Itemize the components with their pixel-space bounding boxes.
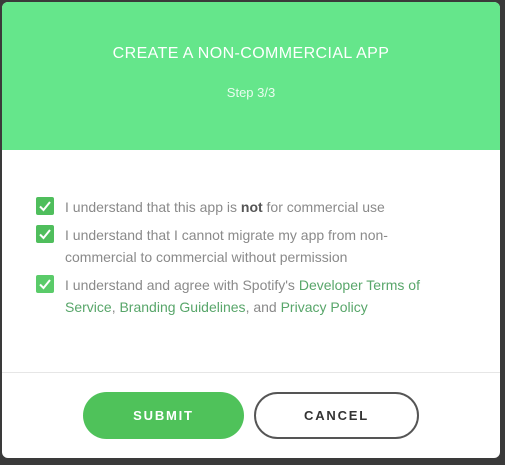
checkbox-row-migration[interactable]: I understand that I cannot migrate my ap… — [36, 224, 466, 268]
checkbox-label-migration: I understand that I cannot migrate my ap… — [65, 227, 388, 265]
checkbox-label-terms: I understand and agree with Spotify's De… — [65, 277, 420, 315]
privacy-policy-link[interactable]: Privacy Policy — [281, 299, 368, 315]
branding-guidelines-link[interactable]: Branding Guidelines — [119, 299, 245, 315]
step-indicator: Step 3/3 — [226, 85, 276, 100]
checkbox-row-terms[interactable]: I understand and agree with Spotify's De… — [36, 274, 466, 318]
checkmark-icon — [39, 229, 51, 240]
create-app-modal: CREATE A NON-COMMERCIAL APP Step 3/3 I u… — [2, 2, 500, 458]
checkbox-commercial-use[interactable] — [36, 197, 54, 215]
agreement-list: I understand that this app is not for co… — [2, 150, 500, 373]
checkbox-terms[interactable] — [36, 275, 54, 293]
modal-title: CREATE A NON-COMMERCIAL APP — [112, 45, 390, 62]
cancel-button[interactable]: CANCEL — [254, 392, 419, 439]
checkbox-migration[interactable] — [36, 225, 54, 243]
modal-header: CREATE A NON-COMMERCIAL APP Step 3/3 — [2, 2, 500, 150]
checkmark-icon — [39, 279, 51, 290]
submit-button[interactable]: SUBMIT — [83, 392, 244, 439]
checkbox-label-commercial-use: I understand that this app is not for co… — [65, 199, 385, 215]
checkbox-row-commercial-use[interactable]: I understand that this app is not for co… — [36, 196, 466, 218]
modal-footer: SUBMIT CANCEL — [2, 373, 500, 439]
checkmark-icon — [39, 201, 51, 212]
